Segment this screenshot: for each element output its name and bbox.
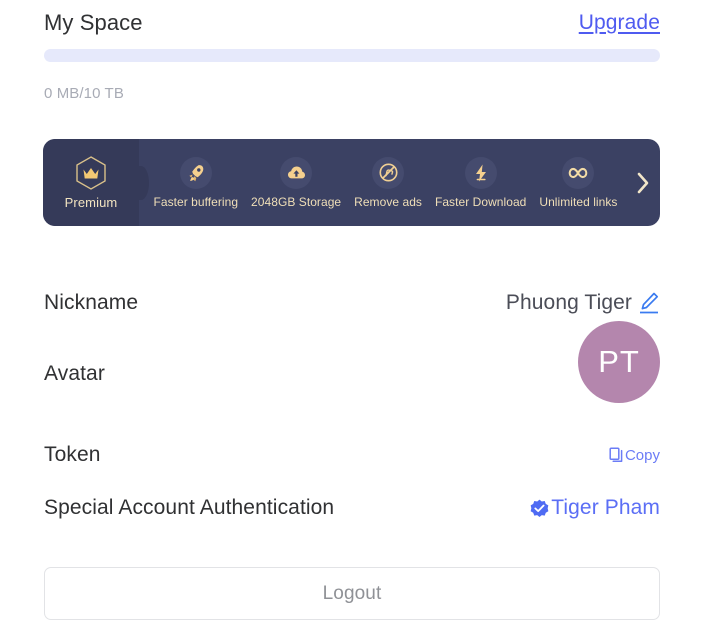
my-space-page: My Space Upgrade 0 MB/10 TB Premium Fast…: [0, 0, 706, 626]
avatar[interactable]: PT: [578, 321, 660, 403]
premium-feature-list: Faster buffering 2048GB Storage Remove ads…: [139, 139, 626, 226]
logout-button[interactable]: Logout: [44, 567, 660, 620]
premium-feature-label: Unlimited links: [539, 194, 618, 209]
rocket-icon: [179, 156, 212, 189]
premium-feature-label: Faster Download: [434, 194, 527, 209]
no-ads-icon: [372, 156, 405, 189]
copy-token-button[interactable]: Copy: [609, 447, 660, 464]
infinity-icon: [562, 156, 595, 189]
nickname-value-group: Phuong Tiger: [506, 291, 660, 315]
authentication-value: Tiger Pham: [551, 496, 660, 519]
edit-nickname-button[interactable]: [638, 291, 660, 315]
copy-icon: [609, 447, 623, 462]
premium-feature-label: 2048GB Storage: [251, 194, 342, 209]
row-avatar: Avatar PT: [44, 321, 660, 403]
nickname-value: Phuong Tiger: [505, 291, 632, 314]
avatar-label: Avatar: [44, 362, 105, 385]
premium-feature-no-ads[interactable]: Remove ads: [354, 156, 422, 209]
nickname-label: Nickname: [44, 291, 139, 314]
premium-feature-label: Faster buffering: [153, 194, 239, 209]
storage-usage-text: 0 MB/10 TB: [44, 85, 124, 102]
banner-next-arrow[interactable]: [626, 139, 660, 226]
page-header: My Space Upgrade: [44, 6, 660, 40]
premium-feature-lightning-bolt[interactable]: Faster Download: [434, 156, 527, 209]
upgrade-link[interactable]: Upgrade: [579, 11, 660, 35]
hexagon-crown-icon: [76, 156, 106, 190]
row-token: Token Copy: [44, 439, 660, 471]
copy-label: Copy: [624, 446, 660, 464]
premium-label: Premium: [64, 195, 118, 210]
cloud-upload-icon: [280, 156, 313, 189]
premium-feature-cloud-upload[interactable]: 2048GB Storage: [251, 156, 342, 209]
token-label: Token: [44, 443, 101, 466]
authentication-value-group[interactable]: Tiger Pham: [530, 496, 660, 520]
premium-banner[interactable]: Premium Faster buffering 2048GB Storage Re…: [43, 139, 660, 226]
row-nickname: Nickname Phuong Tiger: [44, 287, 660, 319]
authentication-label: Special Account Authentication: [44, 496, 335, 519]
verified-badge-icon: [530, 499, 549, 517]
row-special-account-authentication: Special Account Authentication Tiger Pha…: [44, 492, 660, 524]
storage-progress-bar: [44, 49, 660, 62]
page-title: My Space: [44, 10, 143, 35]
premium-feature-infinity[interactable]: Unlimited links: [539, 156, 618, 209]
premium-feature-rocket[interactable]: Faster buffering: [153, 156, 239, 209]
premium-feature-label: Remove ads: [354, 194, 422, 209]
lightning-bolt-icon: [464, 156, 497, 189]
pencil-edit-icon: [640, 292, 659, 314]
premium-badge[interactable]: Premium: [43, 139, 139, 226]
chevron-right-icon: [637, 172, 649, 193]
